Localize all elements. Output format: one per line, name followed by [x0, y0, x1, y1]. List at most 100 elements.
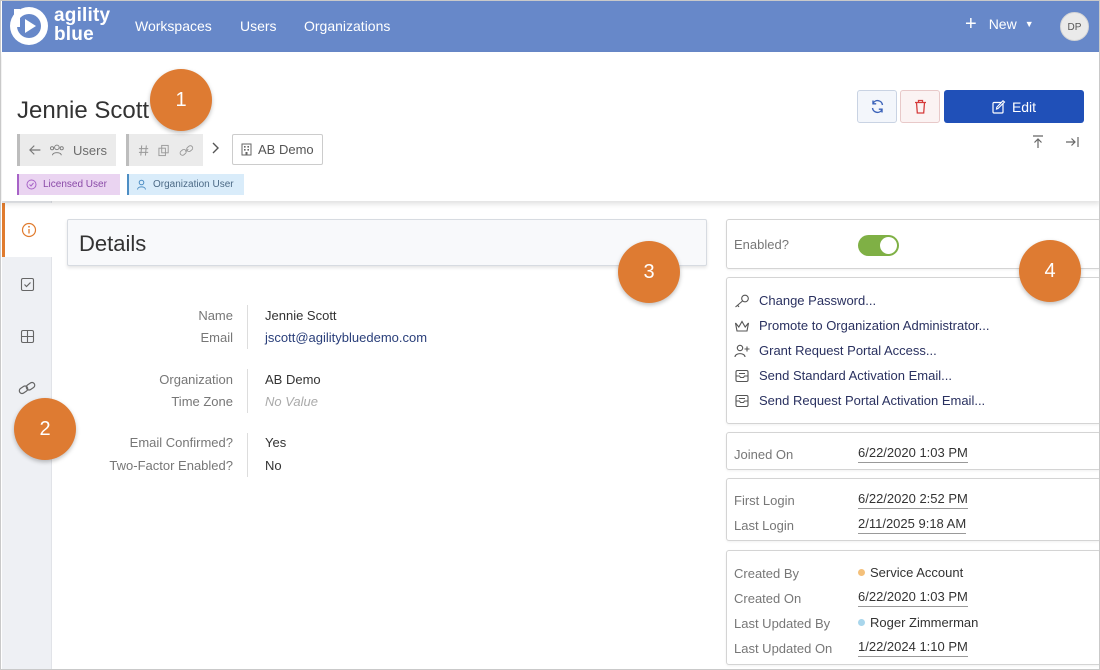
- field-divider: [247, 369, 248, 413]
- organization-user-badge: Organization User: [127, 174, 244, 195]
- refresh-icon: [871, 99, 883, 114]
- nav-link-organizations[interactable]: Organizations: [304, 18, 390, 34]
- audit-card: Created By Service Account Created On 6/…: [726, 550, 1099, 665]
- toggle-knob: [880, 237, 897, 254]
- change-password-label: Change Password...: [759, 293, 877, 308]
- collapse-panel-icon[interactable]: [1064, 134, 1080, 150]
- mailbox-icon: [735, 369, 749, 382]
- id-copy-link-group: [126, 134, 203, 166]
- chevron-right-icon: [212, 142, 220, 157]
- send-standard-activation-label: Send Standard Activation Email...: [759, 368, 952, 383]
- send-portal-activation-action[interactable]: Send Request Portal Activation Email...: [734, 393, 985, 408]
- trash-icon: [914, 99, 926, 114]
- last-login-value: 2/11/2025 9:18 AM: [858, 516, 967, 534]
- first-login-label: First Login: [734, 493, 795, 508]
- status-dot: [858, 569, 865, 576]
- info-icon: [21, 222, 37, 238]
- promote-admin-action[interactable]: Promote to Organization Administrator...: [734, 318, 990, 333]
- field-label: Two-Factor Enabled?: [109, 458, 233, 473]
- mailbox-icon: [735, 394, 749, 407]
- arrow-left-icon: [29, 145, 41, 155]
- checkbox-icon: [20, 277, 34, 291]
- field-label: Name: [198, 308, 233, 323]
- created-by-label: Created By: [734, 566, 800, 581]
- link-icon: [18, 381, 36, 395]
- delete-button[interactable]: [900, 90, 940, 123]
- license-icon: [26, 179, 37, 190]
- updated-by-label: Last Updated By: [734, 616, 831, 631]
- logo-word-top: agility: [54, 5, 111, 26]
- field-label: Time Zone: [171, 394, 233, 409]
- nav-link-users[interactable]: Users: [240, 18, 277, 34]
- field-value: No: [265, 458, 282, 473]
- status-dot: [858, 619, 865, 626]
- enabled-label: Enabled?: [734, 237, 789, 252]
- joined-card: Joined On 6/22/2020 1:03 PM: [726, 432, 1099, 470]
- field-divider: [247, 433, 248, 477]
- callout-badge-4: 4: [1019, 240, 1081, 302]
- user-avatar[interactable]: DP: [1060, 12, 1089, 41]
- licensed-user-badge: Licensed User: [17, 174, 120, 195]
- link-icon[interactable]: [179, 144, 194, 157]
- callout-badge-1: 1: [150, 69, 212, 131]
- updated-by-name: Roger Zimmerman: [870, 615, 979, 630]
- logo-wordmark[interactable]: agility blue: [54, 6, 110, 44]
- tab-tasks[interactable]: [2, 257, 52, 311]
- created-on-label: Created On: [734, 591, 802, 606]
- copy-icon[interactable]: [158, 144, 170, 157]
- plus-icon: +: [965, 13, 977, 35]
- callout-badge-2: 2: [14, 398, 76, 460]
- top-nav: agility blue Workspaces Users Organizati…: [2, 1, 1099, 52]
- created-on-value: 6/22/2020 1:03 PM: [858, 589, 968, 607]
- email-link[interactable]: jscott@agilitybluedemo.com: [265, 330, 427, 345]
- created-by-name: Service Account: [870, 565, 964, 580]
- details-title: Details: [79, 231, 147, 256]
- field-value: AB Demo: [265, 372, 321, 387]
- app-window: agility blue Workspaces Users Organizati…: [0, 0, 1100, 670]
- key-icon: [735, 294, 749, 307]
- hash-icon[interactable]: [138, 144, 149, 157]
- licensed-user-label: Licensed User: [43, 179, 107, 190]
- grid-icon: [20, 329, 34, 343]
- users-icon: [50, 144, 64, 156]
- grant-portal-access-action[interactable]: Grant Request Portal Access...: [734, 343, 937, 358]
- promote-admin-label: Promote to Organization Administrator...: [759, 318, 990, 333]
- field-label: Organization: [159, 372, 233, 387]
- joined-label: Joined On: [734, 447, 794, 462]
- created-by-value[interactable]: Service Account: [858, 565, 963, 580]
- grant-portal-access-label: Grant Request Portal Access...: [759, 343, 937, 358]
- last-login-label: Last Login: [734, 518, 794, 533]
- field-divider: [247, 305, 248, 349]
- updated-on-value: 1/22/2024 1:10 PM: [858, 639, 968, 657]
- tab-details[interactable]: [2, 203, 53, 257]
- field-label: Email Confirmed?: [129, 435, 233, 450]
- tab-grid[interactable]: [2, 309, 52, 363]
- refresh-button[interactable]: [857, 90, 897, 123]
- nav-link-workspaces[interactable]: Workspaces: [135, 18, 212, 34]
- updated-by-value[interactable]: Roger Zimmerman: [858, 615, 978, 630]
- new-menu-button[interactable]: + New ▼: [965, 13, 1034, 35]
- logins-card: First Login 6/22/2020 2:52 PM Last Login…: [726, 478, 1099, 541]
- breadcrumb-organization[interactable]: AB Demo: [232, 134, 323, 165]
- agility-blue-logo-icon[interactable]: [8, 5, 50, 47]
- breadcrumb-org-label: AB Demo: [258, 142, 314, 157]
- page-title: Jennie Scott: [17, 97, 150, 124]
- edit-button[interactable]: Edit: [944, 90, 1084, 123]
- joined-value: 6/22/2020 1:03 PM: [858, 445, 968, 463]
- edit-icon: [992, 99, 1006, 114]
- field-value: Jennie Scott: [265, 308, 337, 323]
- person-icon: [137, 179, 146, 190]
- details-section-header: Details: [67, 219, 707, 266]
- enabled-toggle[interactable]: [858, 235, 899, 256]
- send-standard-activation-action[interactable]: Send Standard Activation Email...: [734, 368, 952, 383]
- scroll-to-top-icon[interactable]: [1030, 134, 1046, 150]
- breadcrumb-users[interactable]: Users: [17, 134, 116, 166]
- caret-down-icon: ▼: [1024, 19, 1034, 29]
- updated-on-label: Last Updated On: [734, 641, 833, 656]
- user-plus-icon: [734, 344, 750, 357]
- change-password-action[interactable]: Change Password...: [734, 293, 876, 308]
- logo-word-bottom: blue: [54, 24, 94, 45]
- field-label: Email: [200, 330, 233, 345]
- crown-icon: [734, 319, 750, 332]
- breadcrumb-users-label: Users: [73, 142, 107, 158]
